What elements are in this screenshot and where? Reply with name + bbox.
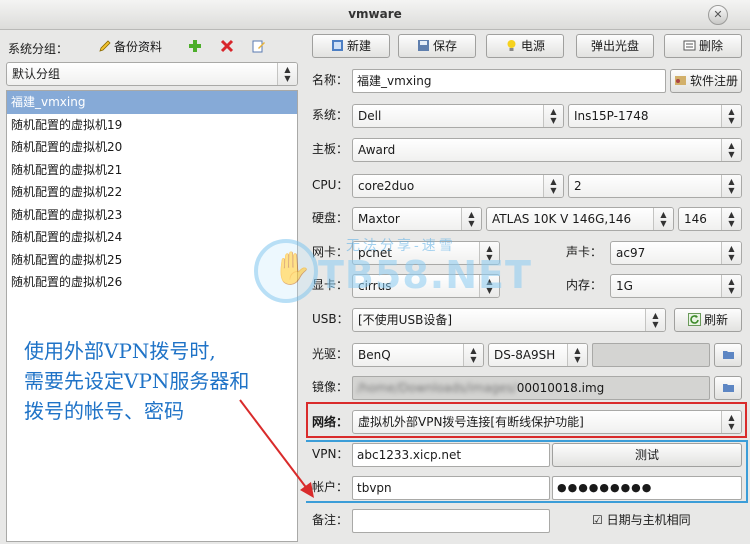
annotation-arrow	[239, 399, 314, 498]
annotation-line: 拨号的帐号、密码	[24, 399, 184, 423]
annotation-note: 使用外部VPN拨号时, 需要先设定VPN服务器和 拨号的帐号、密码	[24, 336, 304, 426]
annotation-line: 需要先设定VPN服务器和	[24, 369, 250, 393]
annotation-line: 使用外部VPN拨号时,	[24, 339, 216, 363]
